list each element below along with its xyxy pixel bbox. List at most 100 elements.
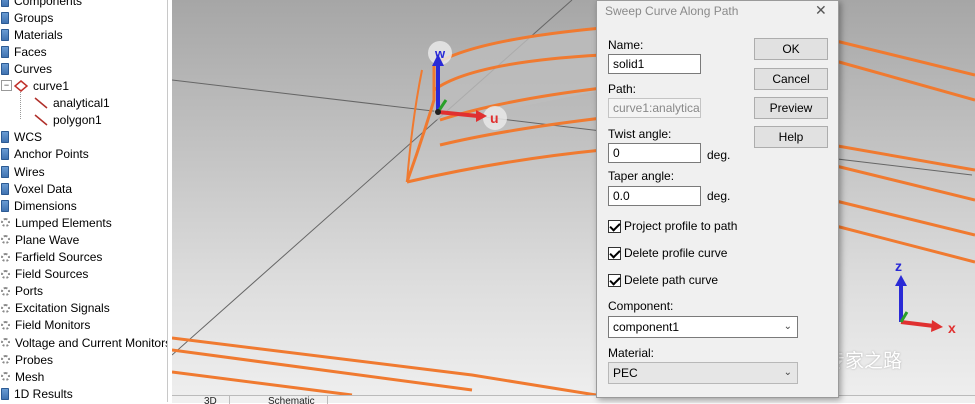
collapse-icon[interactable]: − <box>1 80 12 91</box>
tree-item[interactable]: analytical1 <box>34 95 110 112</box>
tree-item[interactable]: Curves <box>0 60 52 77</box>
delete-path-checkbox[interactable]: Delete path curve <box>608 272 718 288</box>
tree-item[interactable]: Field Sources <box>0 266 88 283</box>
ok-button[interactable]: OK <box>754 38 828 60</box>
twist-unit: deg. <box>707 148 731 162</box>
navigation-tree: Components Groups Materials Faces Curves curv… <box>0 0 168 402</box>
checkbox-checked-icon[interactable] <box>608 219 621 233</box>
checkbox-checked-icon[interactable] <box>608 273 621 287</box>
tree-item[interactable]: Materials <box>0 26 63 43</box>
edge-curve <box>172 370 353 395</box>
tree-item-label: Wires <box>14 164 45 179</box>
checkbox-checked-icon[interactable] <box>608 246 621 260</box>
tree-item-label: Ports <box>15 284 44 299</box>
material-select[interactable]: PEC ⌄ <box>608 362 798 384</box>
twist-angle-input[interactable]: 0 <box>608 143 701 163</box>
chevron-down-icon: ⌄ <box>783 321 792 332</box>
tree-item[interactable]: Probes <box>0 351 53 368</box>
tree-item-label: Voltage and Current Monitors <box>15 335 168 350</box>
tree-item[interactable]: polygon1 <box>34 112 102 129</box>
delete-path-label: Delete path curve <box>624 273 719 287</box>
close-icon[interactable]: ✕ <box>815 2 827 19</box>
tree-item[interactable]: Farfield Sources <box>0 249 102 266</box>
folder-icon <box>1 165 9 178</box>
tree-item-label: Lumped Elements <box>15 215 112 230</box>
tree-item-label: Plane Wave <box>15 232 80 247</box>
tree-item[interactable]: Anchor Points <box>0 146 89 163</box>
gear-icon <box>1 235 10 245</box>
tree-item[interactable]: WCS <box>0 129 42 146</box>
tree-item[interactable]: Wires <box>0 163 45 180</box>
tree-item-label: WCS <box>14 130 42 145</box>
3d-viewport[interactable]: w u z x <box>172 0 975 395</box>
dialog-title: Sweep Curve Along Path <box>605 4 739 18</box>
tree-item-label: Anchor Points <box>14 147 89 162</box>
folder-icon <box>1 387 9 400</box>
global-x-axis <box>900 320 935 328</box>
tree-item-label: analytical1 <box>53 96 110 111</box>
global-x-label: x <box>948 320 956 336</box>
tab-schematic[interactable]: Schematic <box>256 396 328 404</box>
tree-item-label: Probes <box>15 352 54 367</box>
folder-icon <box>1 28 9 41</box>
tree-item[interactable]: Faces <box>0 43 47 60</box>
edge-curve <box>406 148 603 184</box>
material-label: Material: <box>608 346 655 360</box>
tree-item-label: curve1 <box>33 79 70 93</box>
tree-item[interactable]: Voxel Data <box>0 180 72 197</box>
global-x-arrow <box>931 320 943 332</box>
delete-profile-checkbox[interactable]: Delete profile curve <box>608 245 727 261</box>
edge-curve <box>172 336 597 395</box>
tree-item[interactable]: curve1 <box>13 78 70 95</box>
taper-angle-label: Taper angle: <box>608 169 675 183</box>
cancel-button[interactable]: Cancel <box>754 68 828 90</box>
gear-icon <box>1 303 10 313</box>
line-curve-icon <box>34 97 48 109</box>
preview-button[interactable]: Preview <box>754 97 828 119</box>
tree-item-label: Groups <box>14 10 54 25</box>
taper-angle-input[interactable]: 0.0 <box>608 186 701 206</box>
folder-icon <box>1 45 9 58</box>
tree-item-label: Field Sources <box>15 267 89 282</box>
gear-icon <box>1 269 10 279</box>
tree-item-label: Farfield Sources <box>15 250 103 264</box>
line-curve-icon <box>34 114 48 126</box>
project-profile-checkbox[interactable]: Project profile to path <box>608 218 737 234</box>
tree-item[interactable]: 1D Results <box>0 385 73 402</box>
tree-item-label: Mesh <box>15 369 45 384</box>
tree-item-label: Materials <box>14 27 63 42</box>
material-value: PEC <box>613 366 638 380</box>
gear-icon <box>1 338 10 347</box>
folder-icon <box>1 131 9 144</box>
edge-curve <box>831 38 975 77</box>
tree-item-label: 1D Results <box>14 386 73 401</box>
edge-curve <box>439 116 603 147</box>
tree-item[interactable]: Excitation Signals <box>0 300 110 317</box>
chevron-down-icon: ⌄ <box>783 367 792 378</box>
tree-item-label: polygon1 <box>53 113 102 128</box>
tab-3d[interactable]: 3D <box>192 396 230 404</box>
tree-item-label: Dimensions <box>14 198 77 213</box>
edge-curve <box>406 69 423 183</box>
edge-curve <box>831 143 975 172</box>
twist-angle-label: Twist angle: <box>608 127 672 141</box>
name-input[interactable]: solid1 <box>608 54 701 74</box>
tree-item[interactable]: Mesh <box>0 368 44 385</box>
tree-item[interactable]: Lumped Elements <box>0 214 112 231</box>
tree-item[interactable]: Field Monitors <box>0 317 90 334</box>
edge-curve <box>831 163 975 202</box>
tree-item[interactable]: Plane Wave <box>0 231 79 248</box>
swept-surface <box>434 30 602 120</box>
3d-scene: w u z x <box>172 0 975 395</box>
folder-icon <box>1 148 9 161</box>
wcs-w-label: w <box>434 46 446 61</box>
gear-icon <box>1 372 10 382</box>
tree-item[interactable]: Dimensions <box>0 197 77 214</box>
help-button[interactable]: Help <box>754 126 828 148</box>
tree-item[interactable]: Voltage and Current Monitors <box>0 334 168 351</box>
tree-item[interactable]: Groups <box>0 9 53 26</box>
tree-item[interactable]: Components <box>0 0 82 9</box>
tree-item[interactable]: Ports <box>0 283 43 300</box>
component-select[interactable]: component1 ⌄ <box>608 316 798 338</box>
gear-icon <box>1 252 10 262</box>
